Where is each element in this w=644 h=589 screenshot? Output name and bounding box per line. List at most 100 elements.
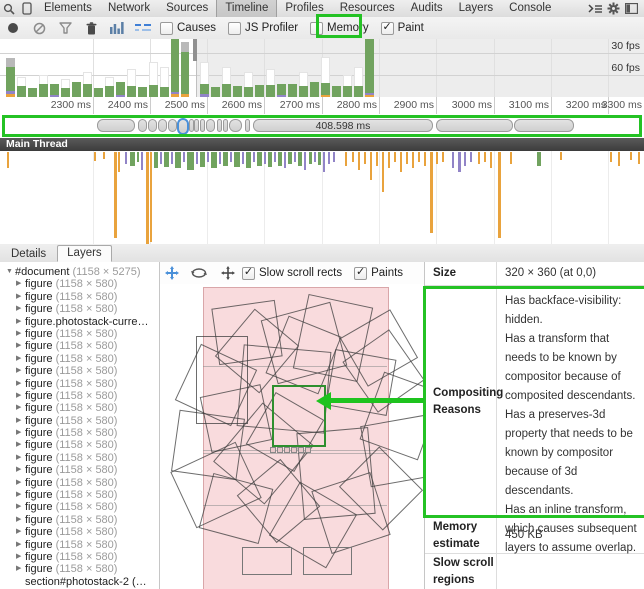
tree-item[interactable]: ▶figure (1158 × 580) xyxy=(0,551,159,563)
frame-pill[interactable] xyxy=(158,119,167,132)
checkbox-paint[interactable]: ✓Paint xyxy=(381,22,424,35)
frame-pill[interactable] xyxy=(436,119,513,132)
expander-icon[interactable]: ▶ xyxy=(16,316,25,328)
expander-icon[interactable]: ▶ xyxy=(16,477,25,489)
checkbox-paint-box[interactable]: ✓ xyxy=(381,22,394,35)
expander-icon[interactable]: ▶ xyxy=(16,291,25,303)
tree-item[interactable]: ▶figure (1158 × 580) xyxy=(0,452,159,464)
tree-item[interactable]: ▶figure (1158 × 580) xyxy=(0,365,159,377)
frame-pill[interactable] xyxy=(217,119,222,132)
frame-pill[interactable] xyxy=(200,119,205,132)
checkbox-slow-scroll-rects[interactable]: ✓Slow scroll rects xyxy=(242,267,342,280)
tree-item[interactable]: ▶figure.photostack-curre… xyxy=(0,316,159,328)
tree-item[interactable]: ▶figure (1158 × 580) xyxy=(0,514,159,526)
checkbox-paints[interactable]: ✓Paints xyxy=(354,267,403,280)
details-tab-details[interactable]: Details xyxy=(2,247,55,262)
frames-view-icon[interactable] xyxy=(130,18,156,38)
tree-item[interactable]: ▶figure (1158 × 580) xyxy=(0,402,159,414)
expander-icon[interactable]: ▶ xyxy=(16,539,25,551)
rotate-icon[interactable] xyxy=(184,263,214,283)
tree-item[interactable]: ▶figure (1158 × 580) xyxy=(0,340,159,352)
tab-sources[interactable]: Sources xyxy=(158,0,216,17)
tab-network[interactable]: Network xyxy=(100,0,158,17)
tree-item[interactable]: ▶figure (1158 × 580) xyxy=(0,291,159,303)
events-view-icon[interactable] xyxy=(104,18,130,38)
record-icon[interactable] xyxy=(0,18,26,38)
tree-item[interactable]: ▶figure (1158 × 580) xyxy=(0,328,159,340)
frame-pill-selected[interactable] xyxy=(177,118,189,135)
details-tab-layers[interactable]: Layers xyxy=(57,245,112,262)
frame-pill[interactable] xyxy=(223,119,228,132)
expander-icon[interactable]: ▶ xyxy=(16,402,25,414)
expander-icon[interactable]: ▶ xyxy=(16,353,25,365)
frame-pill[interactable] xyxy=(168,119,177,132)
expander-icon[interactable]: ▼ xyxy=(6,266,15,278)
tree-item[interactable]: ▶figure (1158 × 580) xyxy=(0,427,159,439)
frame-pill[interactable] xyxy=(514,119,574,132)
checkbox-causes[interactable]: Causes xyxy=(160,22,216,35)
expander-icon[interactable]: ▶ xyxy=(16,303,25,315)
tree-item[interactable]: ▶figure (1158 × 580) xyxy=(0,353,159,365)
trash-icon[interactable] xyxy=(78,18,104,38)
expander-icon[interactable]: ▶ xyxy=(16,427,25,439)
expander-icon[interactable]: ▶ xyxy=(16,278,25,290)
tree-item[interactable]: ▶figure (1158 × 580) xyxy=(0,477,159,489)
checkbox-memory-box[interactable] xyxy=(310,22,323,35)
expander-icon[interactable]: ▶ xyxy=(16,439,25,451)
checkbox-memory[interactable]: Memory xyxy=(310,22,369,35)
settings-gear-icon[interactable] xyxy=(604,1,622,16)
tree-item[interactable]: ▶figure (1158 × 580) xyxy=(0,390,159,402)
tree-item[interactable]: ▶figure (1158 × 580) xyxy=(0,439,159,451)
console-drawer-icon[interactable] xyxy=(586,1,604,16)
checkbox-slow-scroll-rects-box[interactable]: ✓ xyxy=(242,267,255,280)
tree-item[interactable]: ▶figure (1158 × 580) xyxy=(0,526,159,538)
tree-item[interactable]: ▶figure (1158 × 580) xyxy=(0,278,159,290)
tab-layers[interactable]: Layers xyxy=(451,0,502,17)
expander-icon[interactable]: ▶ xyxy=(16,378,25,390)
search-icon[interactable] xyxy=(0,1,18,16)
tab-audits[interactable]: Audits xyxy=(403,0,451,17)
expander-icon[interactable]: ▶ xyxy=(16,390,25,402)
expander-icon[interactable]: ▶ xyxy=(16,365,25,377)
frame-pill[interactable]: 408.598 ms xyxy=(253,119,433,132)
expander-icon[interactable]: ▶ xyxy=(16,551,25,563)
tree-item[interactable]: section#photostack-2 (… xyxy=(0,576,159,588)
expander-icon[interactable]: ▶ xyxy=(16,526,25,538)
checkbox-paints-box[interactable]: ✓ xyxy=(354,267,367,280)
filter-icon[interactable] xyxy=(52,18,78,38)
checkbox-js-profiler[interactable]: JS Profiler xyxy=(228,22,298,35)
frame-pill[interactable] xyxy=(148,119,157,132)
device-emulation-icon[interactable] xyxy=(18,1,36,16)
dock-side-icon[interactable] xyxy=(622,1,640,16)
frames-strip[interactable]: 408.598 ms xyxy=(0,114,644,138)
expander-icon[interactable]: ▶ xyxy=(16,563,25,575)
frame-pill[interactable] xyxy=(229,119,242,132)
expander-icon[interactable]: ▶ xyxy=(16,514,25,526)
tree-item[interactable]: ▶figure (1158 × 580) xyxy=(0,415,159,427)
main-thread-flamechart[interactable] xyxy=(0,151,644,245)
tab-resources[interactable]: Resources xyxy=(332,0,403,17)
move-icon[interactable] xyxy=(214,263,242,283)
tab-console[interactable]: Console xyxy=(501,0,559,17)
tree-item[interactable]: ▶figure (1158 × 580) xyxy=(0,539,159,551)
layer-visualization[interactable] xyxy=(160,284,425,589)
tree-item[interactable]: ▶figure (1158 × 580) xyxy=(0,378,159,390)
clear-icon[interactable] xyxy=(26,18,52,38)
expander-icon[interactable]: ▶ xyxy=(16,328,25,340)
tab-profiles[interactable]: Profiles xyxy=(277,0,331,17)
expander-icon[interactable]: ▶ xyxy=(16,415,25,427)
expander-icon[interactable]: ▶ xyxy=(16,489,25,501)
checkbox-causes-box[interactable] xyxy=(160,22,173,35)
tab-timeline[interactable]: Timeline xyxy=(216,0,277,17)
expander-icon[interactable]: ▶ xyxy=(16,501,25,513)
tree-item[interactable]: ▶figure (1158 × 580) xyxy=(0,464,159,476)
frame-pill[interactable] xyxy=(206,119,215,132)
pan-icon[interactable] xyxy=(160,263,184,283)
frame-pill[interactable] xyxy=(138,119,147,132)
frame-pill[interactable] xyxy=(194,119,199,132)
expander-icon[interactable]: ▶ xyxy=(16,464,25,476)
tab-elements[interactable]: Elements xyxy=(36,0,100,17)
tree-item[interactable]: ▶figure (1158 × 580) xyxy=(0,303,159,315)
tree-item[interactable]: ▼#document (1158 × 5275) xyxy=(0,266,159,278)
tree-item[interactable]: ▶figure (1158 × 580) xyxy=(0,489,159,501)
